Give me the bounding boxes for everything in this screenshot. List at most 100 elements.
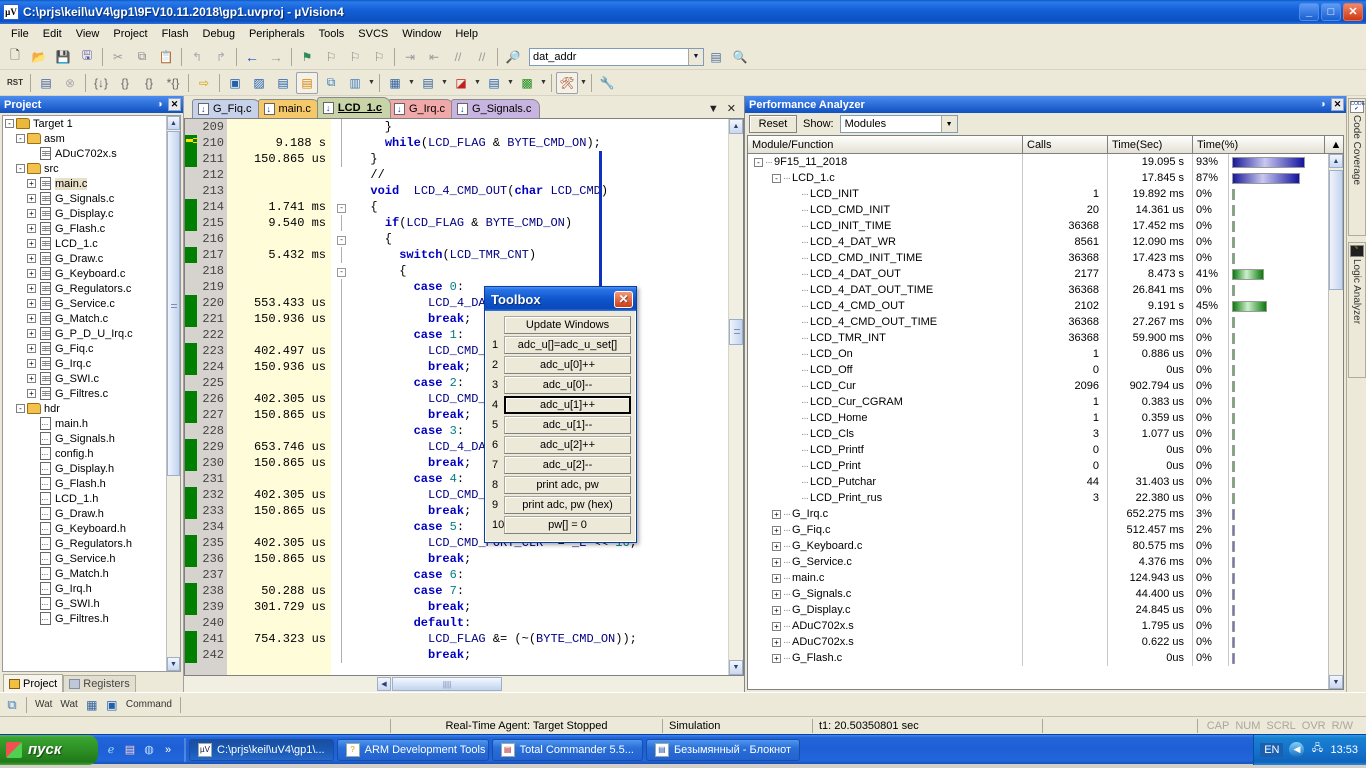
table-row[interactable]: ··· LCD_INIT_TIME 36368 17.452 ms 0% (748, 218, 1343, 234)
minimize-button[interactable]: _ (1299, 3, 1319, 21)
fold-marker[interactable] (331, 503, 353, 519)
tree-item[interactable]: G_Regulators.h (3, 536, 180, 551)
table-row[interactable]: ··· LCD_TMR_INT 36368 59.900 ms 0% (748, 330, 1343, 346)
table-row[interactable]: ··· LCD_Cls 3 1.077 us 0% (748, 426, 1343, 442)
fold-marker[interactable]: - (331, 263, 353, 279)
table-row[interactable]: ··· LCD_On 1 0.886 us 0% (748, 346, 1343, 362)
redo-icon[interactable]: ↱ (210, 46, 232, 68)
navigate-back-icon[interactable]: ← (241, 46, 263, 68)
table-row[interactable]: + ··· G_Signals.c 44.400 us 0% (748, 586, 1343, 602)
fold-marker[interactable] (331, 487, 353, 503)
fold-marker[interactable] (331, 311, 353, 327)
table-row[interactable]: ··· LCD_Off 0 0us 0% (748, 362, 1343, 378)
toolbox-button[interactable]: adc_u[2]++ (504, 436, 631, 454)
scroll-thumb[interactable] (729, 319, 743, 345)
table-row[interactable]: ··· LCD_Printf 0 0us 0% (748, 442, 1343, 458)
tree-expander-icon[interactable]: + (27, 329, 36, 338)
coverage-marker[interactable] (185, 471, 197, 487)
tree-expander-icon[interactable]: + (772, 541, 781, 551)
browse-icon[interactable]: 🔍 (729, 46, 751, 68)
coverage-marker[interactable] (185, 407, 197, 423)
toolbox-icon[interactable]: 🛠 (556, 71, 578, 94)
table-row[interactable]: + ··· ADuC702x.s 0.622 us 0% (748, 634, 1343, 650)
coverage-marker[interactable] (185, 343, 197, 359)
scroll-down-icon[interactable]: ▼ (729, 660, 743, 675)
chevron-down-icon[interactable]: ▼ (940, 116, 957, 132)
code-line[interactable]: } (356, 119, 728, 135)
toolbox-button[interactable]: print adc, pw (hex) (504, 496, 631, 514)
fold-marker[interactable] (331, 615, 353, 631)
coverage-marker[interactable] (185, 519, 197, 535)
tree-expander-icon[interactable]: + (27, 254, 36, 263)
fold-marker[interactable]: - (331, 199, 353, 215)
float-icon[interactable]: ◑ (1316, 98, 1329, 111)
code-line[interactable]: while(LCD_FLAG & BYTE_CMD_ON); (356, 135, 728, 151)
tree-expander-icon[interactable]: + (27, 299, 36, 308)
analysis-icon[interactable]: ◪ (450, 72, 472, 94)
fold-marker[interactable] (331, 135, 353, 151)
scroll-down-icon[interactable]: ▼ (1329, 675, 1343, 689)
tree-expander-icon[interactable]: + (27, 389, 36, 398)
tree-item[interactable]: G_Filtres.h (3, 611, 180, 626)
toolbox-button[interactable]: adc_u[1]++ (504, 396, 631, 414)
quick-launch-overflow-icon[interactable]: » (160, 742, 176, 758)
coverage-marker[interactable] (185, 279, 197, 295)
fold-marker[interactable] (331, 391, 353, 407)
tree-expander-icon[interactable]: - (16, 164, 25, 173)
tree-expander-icon[interactable]: + (27, 344, 36, 353)
search-input[interactable]: dat_addr (533, 51, 688, 63)
scroll-down-icon[interactable]: ▼ (167, 657, 180, 671)
show-select[interactable]: Modules ▼ (839, 115, 958, 133)
tree-expander-icon[interactable]: + (27, 269, 36, 278)
table-row[interactable]: + ··· G_Keyboard.c 80.575 ms 0% (748, 538, 1343, 554)
fold-marker[interactable] (331, 375, 353, 391)
table-row[interactable]: ··· LCD_4_DAT_OUT 2177 8.473 s 41% (748, 266, 1343, 282)
menu-peripherals[interactable]: Peripherals (242, 26, 312, 42)
coverage-marker[interactable] (185, 455, 197, 471)
fold-marker[interactable] (331, 151, 353, 167)
table-row[interactable]: ··· LCD_Cur 2096 902.794 us 0% (748, 378, 1343, 394)
tree-expander-icon[interactable]: + (772, 509, 781, 519)
tree-item[interactable]: + ↓ G_Draw.c (3, 251, 180, 266)
close-icon[interactable]: ✕ (614, 290, 633, 308)
tree-item[interactable]: + ↓ G_Keyboard.c (3, 266, 180, 281)
tree-expander-icon[interactable]: - (16, 134, 25, 143)
coverage-marker[interactable] (185, 199, 197, 215)
code-line[interactable]: break; (356, 599, 728, 615)
menu-file[interactable]: File (4, 26, 36, 42)
cut-icon[interactable]: ✂ (107, 46, 129, 68)
bookmark-next-icon[interactable]: ⚐ (344, 46, 366, 68)
coverage-marker[interactable] (185, 439, 197, 455)
serial-icon[interactable]: ▤ (417, 72, 439, 94)
tree-item[interactable]: + ↓ G_Display.c (3, 206, 180, 221)
navigate-forward-icon[interactable]: → (265, 46, 287, 68)
analysis-dropdown-icon[interactable]: ▼ (473, 72, 482, 94)
coverage-marker[interactable] (185, 135, 197, 151)
code-line[interactable]: break; (356, 551, 728, 567)
tree-item[interactable]: + ↓ G_Match.c (3, 311, 180, 326)
close-icon[interactable]: ✕ (727, 102, 736, 115)
column-header-time-sec[interactable]: Time(Sec) (1108, 136, 1193, 153)
tree-expander-icon[interactable]: + (27, 359, 36, 368)
table-row[interactable]: ··· LCD_Cur_CGRAM 1 0.383 us 0% (748, 394, 1343, 410)
coverage-marker[interactable] (185, 631, 197, 647)
table-row[interactable]: + ··· G_Fiq.c 512.457 ms 2% (748, 522, 1343, 538)
tree-expander-icon[interactable]: - (5, 119, 14, 128)
tree-expander-icon[interactable]: + (772, 589, 781, 599)
table-row[interactable]: ··· LCD_4_DAT_OUT_TIME 36368 26.841 ms 0% (748, 282, 1343, 298)
undo-icon[interactable]: ↰ (186, 46, 208, 68)
fold-marker[interactable] (331, 631, 353, 647)
toolbox-button[interactable]: pw[] = 0 (504, 516, 631, 534)
menu-flash[interactable]: Flash (155, 26, 196, 42)
tree-item[interactable]: + ↓ G_Fiq.c (3, 341, 180, 356)
coverage-marker[interactable] (185, 215, 197, 231)
editor-tab-g-fiq[interactable]: ↓ G_Fiq.c (192, 99, 261, 118)
code-folding-column[interactable]: - - - (331, 119, 353, 675)
close-button[interactable]: ✕ (1343, 3, 1363, 21)
fold-marker[interactable]: - (331, 231, 353, 247)
reset-button[interactable]: Reset (749, 115, 797, 133)
fold-marker[interactable] (331, 567, 353, 583)
watch2-button[interactable]: Wat (56, 695, 81, 715)
table-row[interactable]: + ··· main.c 124.943 us 0% (748, 570, 1343, 586)
memory-dropdown-icon[interactable]: ▼ (407, 72, 416, 94)
